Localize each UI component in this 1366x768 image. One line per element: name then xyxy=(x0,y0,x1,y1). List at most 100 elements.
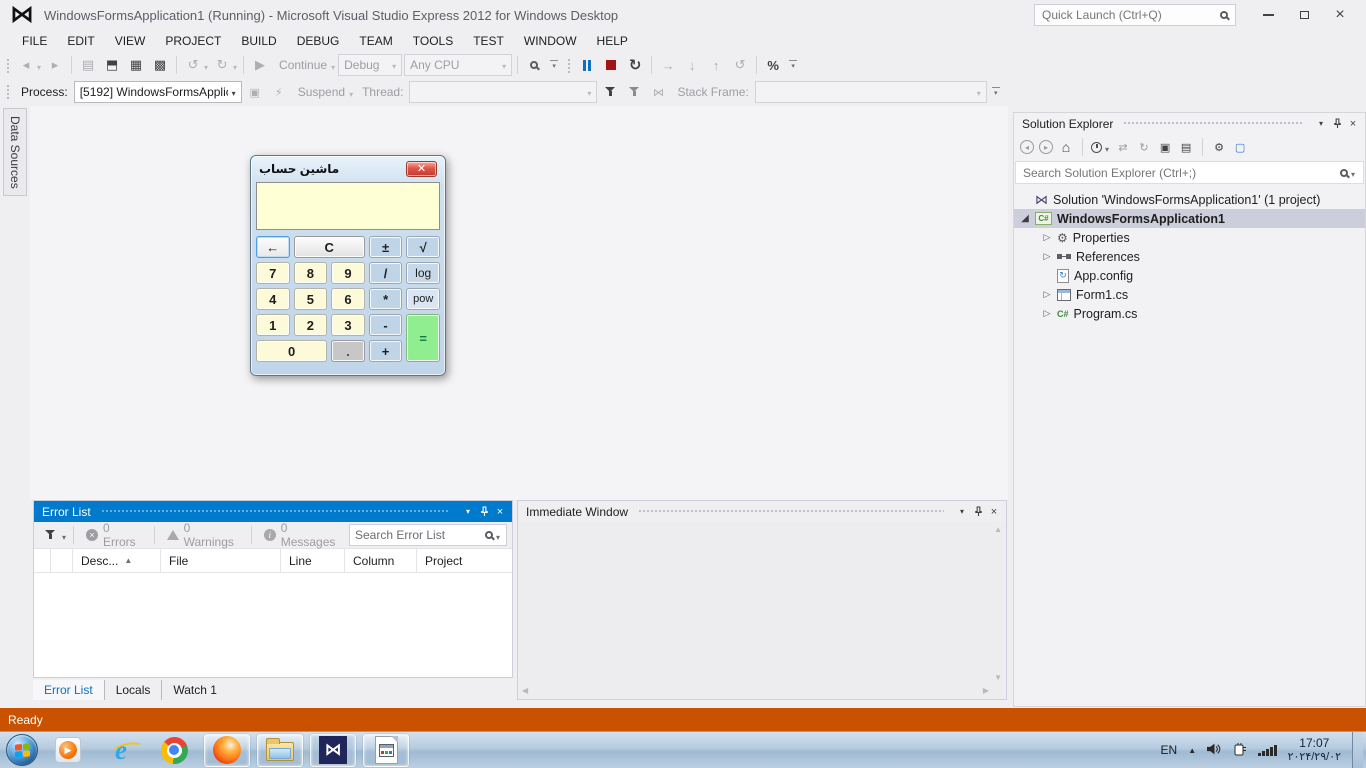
language-indicator[interactable]: EN xyxy=(1161,743,1178,757)
expand-arrow-icon[interactable]: ▷ xyxy=(1042,289,1052,300)
sqrt-button[interactable]: √ xyxy=(406,236,440,258)
column-category[interactable] xyxy=(34,549,51,572)
show-next-statement-icon[interactable]: → xyxy=(657,54,679,76)
menu-view[interactable]: VIEW xyxy=(105,32,156,50)
taskbar-item-chrome[interactable] xyxy=(151,734,197,767)
calculator-close-button[interactable]: ✕ xyxy=(406,161,437,177)
solution-explorer-header[interactable]: Solution Explorer ▾ × xyxy=(1014,113,1365,134)
warnings-filter-button[interactable]: 0 Warnings xyxy=(161,521,245,549)
close-button[interactable]: × xyxy=(1324,3,1356,27)
tab-watch-1[interactable]: Watch 1 xyxy=(162,680,228,700)
show-all-files-icon[interactable]: ▤ xyxy=(1178,139,1194,155)
minus-button[interactable]: - xyxy=(369,314,403,336)
step-into-icon[interactable]: ↓ xyxy=(681,54,703,76)
window-position-icon[interactable]: ▾ xyxy=(460,504,476,520)
digit-6-button[interactable]: 6 xyxy=(331,288,365,310)
break-all-icon[interactable] xyxy=(576,54,598,76)
device-eject-icon[interactable] xyxy=(1233,742,1247,759)
pow-button[interactable]: pow xyxy=(406,288,440,310)
minimize-button[interactable] xyxy=(1252,3,1284,27)
open-file-icon[interactable]: ⬒ xyxy=(101,54,123,76)
tree-item-references[interactable]: ▷ References xyxy=(1014,247,1365,266)
digit-5-button[interactable]: 5 xyxy=(294,288,328,310)
network-signal-icon[interactable] xyxy=(1258,745,1277,756)
attach-icon[interactable]: ▣ xyxy=(244,81,266,103)
menu-debug[interactable]: DEBUG xyxy=(287,32,350,50)
back-icon[interactable]: ◂ xyxy=(1020,140,1034,154)
divide-button[interactable]: / xyxy=(369,262,403,284)
expand-arrow-icon[interactable]: ▷ xyxy=(1042,251,1052,262)
multiply-button[interactable]: * xyxy=(369,288,403,310)
window-position-icon[interactable]: ▾ xyxy=(954,504,970,520)
pin-icon[interactable] xyxy=(970,504,986,520)
step-out-icon[interactable]: ↺ xyxy=(729,54,751,76)
tab-locals[interactable]: Locals xyxy=(105,680,163,700)
find-icon[interactable] xyxy=(523,54,545,76)
home-icon[interactable]: ⌂ xyxy=(1058,139,1074,155)
log-button[interactable]: log xyxy=(406,262,440,284)
restart-icon[interactable]: ↻ xyxy=(624,54,646,76)
plus-minus-button[interactable]: ± xyxy=(369,236,403,258)
quick-launch-input[interactable] xyxy=(1042,8,1214,22)
digit-9-button[interactable]: 9 xyxy=(331,262,365,284)
calculator-title-bar[interactable]: ماشین حساب ✕ xyxy=(256,156,440,182)
data-sources-tab[interactable]: Data Sources xyxy=(3,108,27,196)
digit-0-button[interactable]: 0 xyxy=(256,340,327,362)
toolbar-grip[interactable] xyxy=(5,57,10,73)
scroll-up-icon[interactable]: ▲ xyxy=(994,526,1002,534)
navigate-back-icon[interactable]: ◂ xyxy=(15,54,37,76)
collapse-arrow-icon[interactable]: ◢ xyxy=(1020,213,1030,224)
column-severity[interactable] xyxy=(51,549,73,572)
paste-icon[interactable]: ▤ xyxy=(77,54,99,76)
search-icon[interactable] xyxy=(485,531,493,539)
messages-filter-button[interactable]: i0 Messages xyxy=(258,521,346,549)
taskbar-item-internet-explorer[interactable]: e xyxy=(98,734,144,767)
toolbar-grip[interactable] xyxy=(566,57,571,73)
redo-icon[interactable]: ↻ xyxy=(211,54,233,76)
start-button[interactable] xyxy=(6,734,38,766)
search-icon[interactable] xyxy=(1340,169,1348,177)
pending-changes-filter-icon[interactable] xyxy=(1091,142,1102,153)
solution-platform-combo[interactable]: Any CPU▾ xyxy=(404,54,512,76)
tree-item-program[interactable]: ▷ C# Program.cs xyxy=(1014,304,1365,323)
digit-1-button[interactable]: 1 xyxy=(256,314,290,336)
digit-3-button[interactable]: 3 xyxy=(331,314,365,336)
tree-item-form1[interactable]: ▷ Form1.cs xyxy=(1014,285,1365,304)
filter-icon[interactable] xyxy=(39,524,61,546)
expand-arrow-icon[interactable]: ▷ xyxy=(1042,308,1052,319)
menu-file[interactable]: FILE xyxy=(12,32,57,50)
collapse-all-icon[interactable]: ▣ xyxy=(1157,139,1173,155)
menu-window[interactable]: WINDOW xyxy=(514,32,587,50)
taskbar-item-media-player[interactable]: ▶ xyxy=(45,734,91,767)
filter-threads-icon[interactable] xyxy=(599,81,621,103)
drag-handle[interactable] xyxy=(1123,121,1303,126)
show-hidden-icons-button[interactable]: ▲ xyxy=(1188,746,1196,755)
tree-item-properties[interactable]: ▷ ⚙ Properties xyxy=(1014,228,1365,247)
menu-project[interactable]: PROJECT xyxy=(155,32,231,50)
suspend-label[interactable]: Suspend xyxy=(298,85,345,99)
drag-handle[interactable] xyxy=(638,509,944,514)
drag-handle[interactable] xyxy=(101,509,450,514)
flagged-threads-icon[interactable]: ⋈ xyxy=(647,81,669,103)
refresh-icon[interactable]: ↻ xyxy=(1136,139,1152,155)
scroll-down-icon[interactable]: ▼ xyxy=(994,674,1002,682)
stack-frame-combo[interactable]: ▾ xyxy=(755,81,987,103)
scroll-right-icon[interactable]: ▶ xyxy=(983,687,989,695)
pin-icon[interactable] xyxy=(476,504,492,520)
error-list-header[interactable]: Error List ▾ × xyxy=(34,501,512,522)
calculator-display[interactable] xyxy=(256,182,440,230)
undo-icon[interactable]: ↺ xyxy=(182,54,204,76)
error-list-search-box[interactable]: ▾ xyxy=(349,524,507,546)
menu-build[interactable]: BUILD xyxy=(231,32,286,50)
menu-tools[interactable]: TOOLS xyxy=(403,32,463,50)
plus-button[interactable]: + xyxy=(369,340,403,362)
window-position-icon[interactable]: ▾ xyxy=(1313,116,1329,132)
toolbar-overflow[interactable]: ▾ xyxy=(786,60,800,70)
taskbar-item-winforms-app[interactable] xyxy=(363,734,409,767)
restore-button[interactable] xyxy=(1288,3,1320,27)
error-list-search-input[interactable] xyxy=(355,528,480,542)
continue-label[interactable]: Continue xyxy=(279,58,327,72)
immediate-window-header[interactable]: Immediate Window ▾ × xyxy=(518,501,1006,522)
menu-team[interactable]: TEAM xyxy=(349,32,402,50)
show-desktop-button[interactable] xyxy=(1352,732,1363,768)
